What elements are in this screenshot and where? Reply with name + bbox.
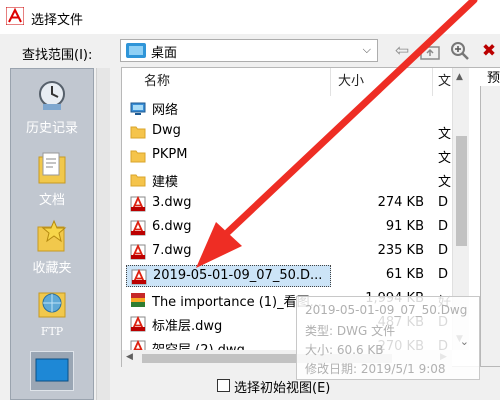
- dwg-file-icon: [130, 315, 146, 332]
- place-documents[interactable]: 文档: [11, 151, 93, 208]
- file-row[interactable]: 7.dwg 235 KB D: [122, 240, 500, 264]
- place-desktop[interactable]: [11, 351, 93, 395]
- desktop-monitor-icon: [30, 351, 74, 391]
- file-row[interactable]: 6.dwg 91 KB D: [122, 216, 500, 240]
- book-file-icon: [130, 292, 146, 308]
- file-name: Dwg: [152, 123, 181, 138]
- lookin-value: 桌面: [151, 46, 178, 61]
- dwg-file-icon: [130, 195, 146, 212]
- file-name-cell[interactable]: 3.dwg: [126, 193, 331, 215]
- column-header-size[interactable]: 大小: [338, 68, 364, 96]
- file-size: 91 KB: [385, 219, 424, 234]
- chevron-down-icon: ⌵: [362, 43, 371, 56]
- file-row[interactable]: 2019-05-01-09_07_50.D... 61 KB D: [122, 264, 500, 288]
- places-scrollbar[interactable]: [96, 68, 110, 400]
- file-name: 2019-05-01-09_07_50.D...: [153, 268, 323, 283]
- file-name-cell[interactable]: 2019-05-01-09_07_50.D...: [126, 265, 331, 287]
- file-name: 网络: [152, 103, 179, 118]
- dwg-file-icon: [131, 268, 147, 285]
- scroll-up-icon[interactable]: ▲: [456, 72, 463, 82]
- file-type: D: [438, 195, 449, 210]
- title-bar: 选择文件: [0, 0, 500, 34]
- lookin-label: 查找范围(I):: [22, 48, 93, 63]
- file-row[interactable]: PKPM 文: [122, 144, 500, 168]
- history-clock-icon: [39, 81, 65, 110]
- file-name: 建模: [152, 175, 179, 190]
- file-type: D: [438, 267, 449, 282]
- sort-ascending-icon: ⌃: [222, 67, 230, 75]
- file-row[interactable]: 建模 文: [122, 168, 500, 192]
- back-arrow-icon[interactable]: ⇦: [392, 40, 412, 62]
- file-type: D: [438, 219, 449, 234]
- file-name: 标准层.dwg: [152, 319, 223, 334]
- file-size: 274 KB: [377, 195, 424, 210]
- tooltip-type: 类型: DWG 文件: [305, 324, 396, 338]
- file-name: 7.dwg: [152, 243, 192, 258]
- column-header-name[interactable]: 名称: [144, 68, 170, 96]
- folder-icon: [130, 124, 146, 140]
- file-name-cell[interactable]: Dwg: [126, 121, 331, 143]
- file-name-cell[interactable]: 7.dwg: [126, 241, 331, 263]
- folder-icon: [130, 172, 146, 188]
- file-name-cell[interactable]: PKPM: [126, 145, 331, 167]
- tooltip-filename: 2019-05-01-09_07_50.Dwg: [305, 303, 468, 317]
- file-name-cell[interactable]: 建模: [126, 169, 331, 191]
- dwg-file-icon: [130, 219, 146, 236]
- column-header-type[interactable]: 文: [438, 68, 451, 96]
- folder-icon: [130, 148, 146, 164]
- favorites-folder-icon: [37, 219, 67, 252]
- file-row[interactable]: 3.dwg 274 KB D: [122, 192, 500, 216]
- lookin-dropdown[interactable]: 桌面 ⌵: [120, 39, 378, 62]
- autocad-app-icon: [6, 7, 24, 25]
- delete-icon[interactable]: ✖: [478, 40, 500, 62]
- place-ftp[interactable]: FTP: [11, 285, 93, 338]
- initial-view-label[interactable]: 选择初始视图(E): [234, 377, 330, 396]
- file-info-tooltip: 2019-05-01-09_07_50.Dwg 类型: DWG 文件 大小: 6…: [296, 296, 480, 380]
- file-name-cell[interactable]: 网络: [126, 97, 331, 119]
- window-title: 选择文件: [31, 13, 84, 28]
- place-history[interactable]: 历史记录: [11, 79, 93, 136]
- preview-label: 预: [487, 71, 500, 86]
- file-name: 6.dwg: [152, 219, 192, 234]
- places-bar: 历史记录 文档 收藏夹 FTP: [10, 68, 94, 400]
- file-type: 文: [438, 151, 452, 166]
- tooltip-modified: 修改日期: 2019/5/1 9:08: [305, 362, 446, 376]
- file-type: 文: [438, 127, 452, 142]
- file-type: 文: [438, 175, 452, 190]
- file-row[interactable]: 网络: [122, 96, 500, 120]
- dwg-file-icon: [130, 243, 146, 260]
- ftp-folder-icon: [38, 292, 66, 318]
- vertical-scroll-thumb[interactable]: [456, 136, 467, 246]
- chevron-down-icon: ⌄: [459, 335, 469, 348]
- search-icon[interactable]: [448, 40, 472, 62]
- documents-folder-icon: [38, 152, 66, 184]
- preview-panel: [480, 86, 500, 366]
- file-size: 61 KB: [385, 267, 424, 282]
- file-name: PKPM: [152, 147, 188, 162]
- up-folder-icon[interactable]: [418, 40, 442, 62]
- scroll-left-icon[interactable]: ◀: [126, 352, 133, 362]
- file-name: 3.dwg: [152, 195, 192, 210]
- place-favorites[interactable]: 收藏夹: [11, 219, 93, 276]
- file-row[interactable]: Dwg 文: [122, 120, 500, 144]
- file-name-cell[interactable]: 6.dwg: [126, 217, 331, 239]
- network-icon: [130, 100, 146, 116]
- initial-view-checkbox[interactable]: [217, 379, 230, 392]
- column-divider[interactable]: [330, 68, 331, 96]
- file-type: D: [438, 243, 449, 258]
- tooltip-size: 大小: 60.6 KB: [305, 343, 384, 357]
- file-size: 235 KB: [377, 243, 424, 258]
- column-divider[interactable]: [432, 68, 433, 96]
- desktop-icon: [126, 43, 146, 58]
